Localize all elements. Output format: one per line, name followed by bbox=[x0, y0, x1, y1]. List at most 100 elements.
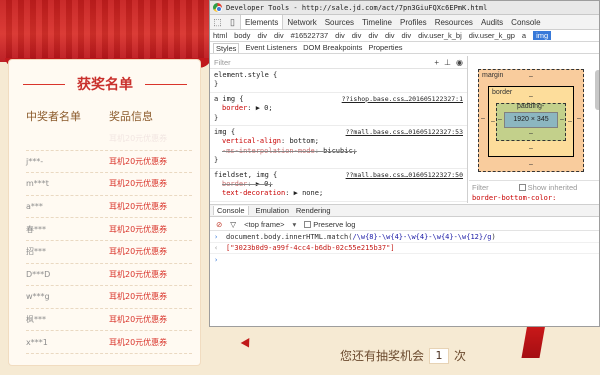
metrics-scrollbar[interactable] bbox=[595, 70, 599, 110]
winner-name: w***g bbox=[26, 292, 50, 302]
breadcrumb-item[interactable]: div bbox=[385, 31, 395, 40]
breadcrumb-item[interactable]: div.user_k_gp bbox=[469, 31, 515, 40]
css-property[interactable]: border: ▶ 0; bbox=[214, 104, 463, 113]
preserve-log-toggle[interactable]: Preserve log bbox=[304, 220, 355, 229]
breadcrumb-item[interactable]: html bbox=[213, 31, 227, 40]
tab-audits[interactable]: Audits bbox=[477, 15, 507, 29]
rule-header: img {??mall.base.css…01605122327:53 bbox=[214, 128, 463, 137]
css-property[interactable]: -ms-interpolation-mode: bicubic; bbox=[214, 147, 463, 156]
rule-source-link[interactable]: ??mall.base.css…01605122327:50 bbox=[346, 171, 463, 180]
tab-elements[interactable]: Elements bbox=[240, 15, 284, 29]
breadcrumb-item[interactable]: #16522737 bbox=[291, 31, 329, 40]
tab-network[interactable]: Network bbox=[283, 15, 320, 29]
breadcrumb-item[interactable]: div bbox=[402, 31, 412, 40]
breadcrumb-item[interactable]: div.user_k_bj bbox=[418, 31, 462, 40]
color-format-icon[interactable]: ◉ bbox=[456, 58, 463, 67]
winners-list: 耳机20元优惠券 j***- 耳机20元优惠券 m***t 耳机20元优惠券 a*** 耳机… bbox=[26, 128, 192, 354]
console-output: › document.body.innerHTML.match(/\w{8}-\… bbox=[210, 232, 599, 326]
dropdown-arrow-icon[interactable]: ▾ bbox=[293, 220, 297, 229]
box-model-padding: padding- – – – 1920 × 345 bbox=[496, 103, 566, 141]
property-value: ▶ 0; bbox=[255, 180, 273, 189]
console-input-line: › document.body.innerHTML.match(/\w{8}-\… bbox=[210, 232, 599, 243]
winner-row: m***t 耳机20元优惠券 bbox=[26, 173, 192, 196]
border-bottom-value: – bbox=[529, 145, 533, 152]
drawer-tabs: Console Emulation Rendering bbox=[210, 204, 599, 217]
breadcrumb-item[interactable]: div bbox=[368, 31, 378, 40]
tab-resources[interactable]: Resources bbox=[431, 15, 477, 29]
breadcrumb-item[interactable]: img bbox=[533, 31, 552, 40]
tab-sources[interactable]: Sources bbox=[321, 15, 358, 29]
winner-name: D***D bbox=[26, 269, 51, 279]
rule-selector: fieldset, img { bbox=[214, 170, 278, 179]
styles-filter-input[interactable]: Filter bbox=[214, 58, 231, 67]
tab-timeline[interactable]: Timeline bbox=[358, 15, 396, 29]
frame-select[interactable]: <top frame> bbox=[244, 220, 284, 229]
winner-row: D***D 耳机20元优惠券 bbox=[26, 264, 192, 287]
console-command: document.body.innerHTML.match(/\w{8}-\w{… bbox=[226, 233, 496, 241]
pin-state-icon[interactable]: ⊥ bbox=[444, 58, 451, 67]
computed-filter-input[interactable]: Filter bbox=[472, 183, 489, 192]
breadcrumb-item[interactable]: body bbox=[234, 31, 250, 40]
show-inherited-toggle[interactable]: Show inherited bbox=[518, 182, 578, 192]
preserve-log-checkbox[interactable] bbox=[304, 221, 312, 229]
rule-close: } bbox=[214, 80, 219, 89]
subtab-dom-breakpoints[interactable]: DOM Breakpoints bbox=[303, 43, 362, 52]
rule-header: element.style { bbox=[214, 71, 463, 80]
computed-filter-row: Filter Show inherited bbox=[469, 180, 599, 193]
clear-console-icon[interactable]: ⊘ bbox=[216, 220, 222, 229]
subtab-event-listeners[interactable]: Event Listeners bbox=[245, 43, 297, 52]
console-result[interactable]: ["3023b0d9-a99f-4cc4-b6db-02c55e215b37"] bbox=[226, 244, 395, 252]
rule-selector: element.style { bbox=[214, 71, 278, 79]
devtools-titlebar[interactable]: Developer Tools - http://sale.jd.com/act… bbox=[210, 1, 599, 15]
subtab-properties[interactable]: Properties bbox=[368, 43, 402, 52]
input-prompt-icon: › bbox=[214, 233, 219, 241]
tab-console[interactable]: Console bbox=[507, 15, 544, 29]
subtab-styles[interactable]: Styles bbox=[213, 42, 240, 53]
column-header-prize: 奖品信息 bbox=[109, 110, 153, 123]
tab-profiles[interactable]: Profiles bbox=[396, 15, 431, 29]
css-property[interactable]: text-decoration: ▶ none; bbox=[214, 189, 463, 198]
console-prompt-line[interactable]: › bbox=[210, 254, 599, 265]
command-suffix: ) bbox=[491, 233, 496, 241]
breadcrumb-item[interactable]: div bbox=[257, 31, 267, 40]
css-property[interactable]: border: ▶ 0; bbox=[214, 180, 463, 189]
breadcrumb-item[interactable]: div bbox=[335, 31, 345, 40]
rule-source-link[interactable]: ??ishop.base.css…201605122327:1 bbox=[342, 95, 463, 104]
preserve-log-label: Preserve log bbox=[313, 219, 356, 229]
show-inherited-label: Show inherited bbox=[527, 182, 578, 192]
devtools-window: Developer Tools - http://sale.jd.com/act… bbox=[209, 0, 600, 327]
property-value: bicubic; bbox=[323, 146, 357, 155]
inspect-icon[interactable]: ⬚ bbox=[210, 15, 225, 29]
property-colon: : bbox=[285, 189, 294, 198]
margin-top-value: – bbox=[529, 73, 533, 80]
breadcrumb-item[interactable]: div bbox=[352, 31, 362, 40]
margin-bottom-value: – bbox=[529, 161, 533, 168]
active-prompt-icon: › bbox=[214, 255, 219, 264]
drawer-tab-rendering[interactable]: Rendering bbox=[296, 206, 331, 215]
property-value: ▶ none; bbox=[293, 189, 324, 198]
property-name: text-decoration bbox=[222, 189, 286, 198]
winner-row: 枫*** 耳机20元优惠券 bbox=[26, 309, 192, 332]
css-property[interactable]: vertical-align: bottom; bbox=[214, 137, 463, 146]
filter-funnel-icon[interactable]: ▽ bbox=[230, 220, 236, 229]
drawer-tab-console[interactable]: Console bbox=[213, 206, 249, 215]
rule-source-link[interactable]: ??mall.base.css…01605122327:53 bbox=[346, 128, 463, 137]
property-name: border bbox=[222, 104, 248, 113]
winner-row: 招*** 耳机20元优惠券 bbox=[26, 241, 192, 264]
winner-name: a*** bbox=[26, 202, 43, 212]
winner-prize: 耳机20元优惠券 bbox=[109, 179, 168, 189]
title-divider-left bbox=[23, 84, 65, 85]
winner-prize: 耳机20元优惠券 bbox=[109, 337, 168, 347]
styles-filter-row: Filter + ⊥ ◉ bbox=[210, 56, 467, 69]
property-name: vertical-align bbox=[222, 137, 282, 146]
mobile-icon[interactable]: ▯ bbox=[225, 15, 240, 29]
drawer-tab-emulation[interactable]: Emulation bbox=[256, 206, 289, 215]
breadcrumb-item[interactable]: div bbox=[274, 31, 284, 40]
winners-title-row: 获奖名单 bbox=[9, 74, 200, 94]
css-rule: a img {??ishop.base.css…201605122327:1 bo… bbox=[210, 93, 467, 127]
show-inherited-checkbox[interactable] bbox=[518, 184, 526, 192]
new-rule-icon[interactable]: + bbox=[434, 58, 439, 67]
breadcrumb-item[interactable]: a bbox=[522, 31, 526, 40]
winners-title: 获奖名单 bbox=[77, 77, 133, 93]
css-rule: element.style {} bbox=[210, 69, 467, 93]
